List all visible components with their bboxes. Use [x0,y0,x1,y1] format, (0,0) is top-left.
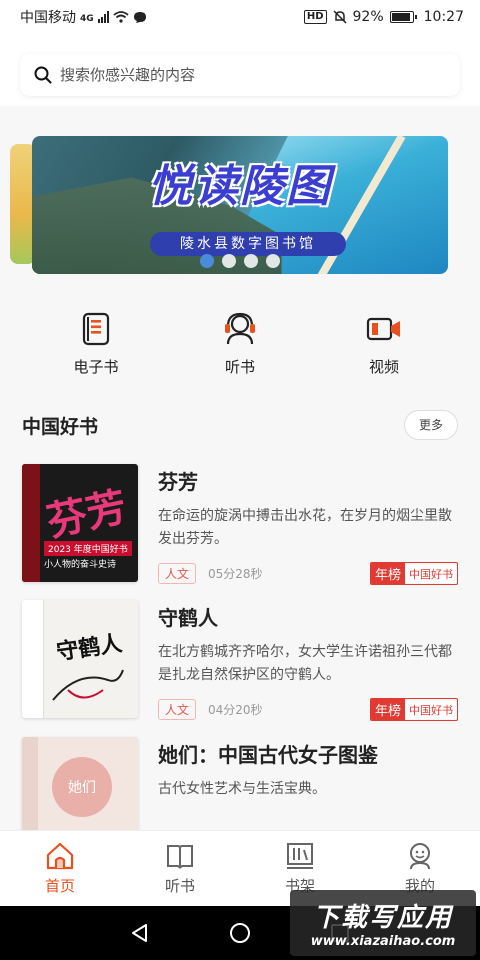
quick-links: 电子书 听书 视频 [0,296,480,386]
book-description: 在北方鹤城齐齐哈尔，女大学生许诺祖孙三代都是扎龙自然保护区的守鹤人。 [158,644,452,683]
section-header: 中国好书 更多 [0,400,480,450]
duration-label: 04分20秒 [208,703,263,717]
search-input[interactable] [60,66,446,84]
duration-label: 05分28秒 [208,567,263,581]
wifi-icon [113,11,129,23]
book-cover[interactable]: 芬芳 2023 年度中国好书 小人物的奋斗史诗 [22,464,138,582]
section-title: 中国好书 [22,415,99,438]
category-tag: 人文 [158,699,197,720]
status-bar: 中国移动 4G HD 92% 10:27 [0,0,480,34]
quick-link-label: 视频 [368,358,399,376]
carousel-dots [200,254,280,268]
banner-subtitle: 陵水县数字图书馆 [150,232,346,256]
cover-title: 芬芳 [42,484,131,546]
rank-badge-type: 年榜 [370,563,405,584]
book-title: 她们：中国古代女子图鉴 [158,743,378,767]
tab-home[interactable]: 首页 [0,831,120,906]
book-title: 芬芳 [158,470,198,494]
quick-link-ebook[interactable]: 电子书 [36,296,156,386]
quick-link-label: 电子书 [73,358,119,376]
search-bar[interactable] [20,54,460,96]
cover-banner: 2023 年度中国好书 [44,541,132,556]
tab-label: 听书 [164,877,195,895]
bookshelf-icon [287,843,313,869]
ebook-icon [82,312,110,346]
carousel-dot[interactable] [244,254,258,268]
banner-carousel[interactable]: 悦读陵图 陵水县数字图书馆 [0,106,480,296]
cover-title: 她们 [68,780,96,796]
quick-link-label: 听书 [224,358,255,376]
clock: 10:27 [423,9,464,25]
category-tag: 人文 [158,563,197,584]
rank-badge-type: 年榜 [370,699,405,720]
crane-illustration [52,669,124,701]
battery-icon [389,11,417,23]
book-list-item[interactable]: 芬芳 2023 年度中国好书 小人物的奋斗史诗 芬芳 在命运的旋涡中搏击出水花，… [0,464,480,599]
book-title: 守鹤人 [158,606,218,630]
home-icon [46,842,74,870]
carousel-dot[interactable] [222,254,236,268]
rank-badge: 年榜 中国好书 [369,698,458,721]
quick-link-audiobook[interactable]: 听书 [180,296,300,386]
watermark-url: www.xiazaihao.com [310,934,456,949]
profile-icon [410,843,430,870]
message-icon [133,11,146,23]
signal-icon [97,11,109,23]
book-cover[interactable]: 守鹤人 [22,600,138,718]
more-button[interactable]: 更多 [404,410,458,440]
carousel-dot[interactable] [200,254,214,268]
book-open-icon [167,845,193,869]
watermark-logo: 下载写应用 www.xiazaihao.com [290,890,476,956]
network-label: 4G [80,14,94,24]
rank-badge-list: 中国好书 [405,700,457,719]
book-description: 古代女性艺术与生活宝典。 [158,781,326,797]
carousel-dot[interactable] [266,254,280,268]
banner-title: 悦读陵图 [148,161,332,212]
search-icon [34,66,52,84]
rank-badge: 年榜 中国好书 [369,562,458,585]
cover-subtitle: 小人物的奋斗史诗 [44,560,117,570]
battery-percent: 92% [352,9,384,25]
hd-badge: HD [303,10,327,24]
tab-label: 首页 [44,877,75,895]
quick-link-video[interactable]: 视频 [324,296,444,386]
book-description: 在命运的旋涡中搏击出水花，在岁月的烟尘里散发出芬芳。 [158,508,452,547]
back-icon[interactable] [129,922,151,944]
headphone-icon [225,312,255,345]
watermark-title: 下载写应用 [312,903,453,933]
book-list-item[interactable]: 守鹤人 守鹤人 在北方鹤城齐齐哈尔，女大学生许诺祖孙三代都是扎龙自然保护区的守鹤… [0,600,480,735]
tab-listen[interactable]: 听书 [120,831,240,906]
mute-bell-icon [332,10,347,24]
search-area [0,34,480,106]
carrier-label: 中国移动 [20,10,76,26]
video-icon [366,317,400,341]
rank-badge-list: 中国好书 [405,564,457,583]
home-nav-icon[interactable] [229,922,251,944]
